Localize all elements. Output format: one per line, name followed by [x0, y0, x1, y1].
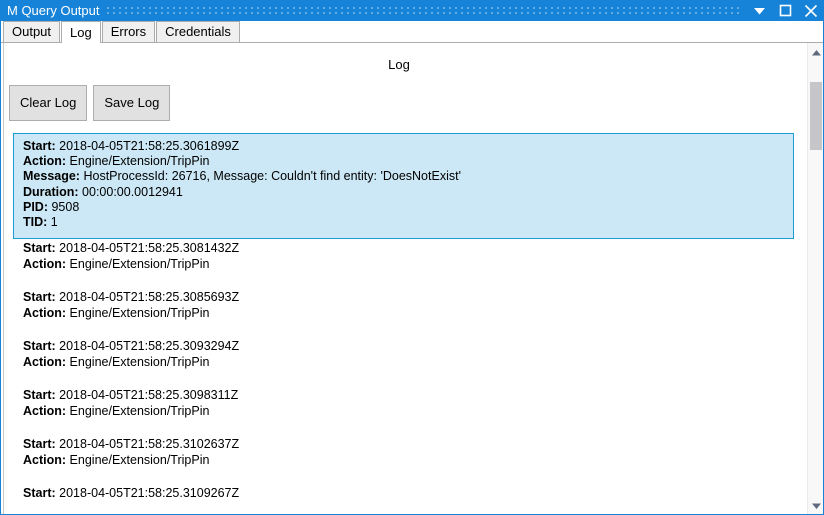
- log-field-start: Start: 2018-04-05T21:58:25.3081432Z: [23, 241, 794, 257]
- app-window: M Query Output Output Log Errors Credent…: [0, 0, 824, 515]
- title-bar: M Query Output: [0, 0, 824, 21]
- log-value-action: Engine/Extension/TripPin: [69, 354, 210, 369]
- log-entry[interactable]: Start: 2018-04-05T21:58:25.3081432Z Acti…: [13, 241, 794, 272]
- log-entry-selected[interactable]: Start: 2018-04-05T21:58:25.3061899Z Acti…: [13, 133, 794, 240]
- log-value-message: HostProcessId: 26716, Message: Couldn't …: [83, 169, 461, 184]
- log-label-action: Action:: [23, 256, 67, 271]
- log-field-start: Start: 2018-04-05T21:58:25.3061899Z: [23, 139, 793, 154]
- log-label-action: Action:: [23, 354, 67, 369]
- page-title: Log: [388, 57, 410, 72]
- log-label-start: Start:: [23, 486, 56, 501]
- log-value-action: Engine/Extension/TripPin: [69, 305, 210, 320]
- log-label-start: Start:: [23, 139, 56, 153]
- tab-errors[interactable]: Errors: [101, 21, 156, 42]
- log-entry[interactable]: Start: 2018-04-05T21:58:25.3109267Z: [13, 486, 794, 502]
- log-value-start: 2018-04-05T21:58:25.3098311Z: [59, 388, 239, 403]
- log-label-action: Action:: [23, 154, 67, 169]
- log-entry[interactable]: Start: 2018-04-05T21:58:25.3098311Z Acti…: [13, 388, 794, 419]
- vertical-scrollbar[interactable]: [807, 43, 824, 515]
- log-label-message: Message:: [23, 169, 80, 184]
- log-label-action: Action:: [23, 452, 67, 467]
- log-entry[interactable]: Start: 2018-04-05T21:58:25.3085693Z Acti…: [13, 290, 794, 321]
- log-field-start: Start: 2018-04-05T21:58:25.3085693Z: [23, 290, 794, 306]
- scroll-up-arrow-icon[interactable]: [808, 44, 824, 61]
- title-grip-pattern: [107, 5, 740, 16]
- log-field-start: Start: 2018-04-05T21:58:25.3093294Z: [23, 339, 794, 355]
- log-value-start: 2018-04-05T21:58:25.3061899Z: [59, 139, 240, 153]
- log-value-pid: 9508: [51, 199, 80, 214]
- log-label-tid: TID:: [23, 215, 48, 230]
- log-label-start: Start:: [23, 290, 56, 305]
- save-log-button[interactable]: Save Log: [93, 85, 171, 121]
- log-value-action: Engine/Extension/TripPin: [69, 452, 210, 467]
- log-toolbar: Clear Log Save Log: [9, 85, 171, 121]
- log-label-start: Start:: [23, 339, 56, 354]
- log-label-start: Start:: [23, 388, 56, 403]
- log-label-action: Action:: [23, 403, 67, 418]
- log-field-message: Message: HostProcessId: 26716, Message: …: [23, 169, 793, 184]
- log-value-action: Engine/Extension/TripPin: [69, 256, 210, 271]
- log-value-start: 2018-04-05T21:58:25.3102637Z: [59, 437, 240, 452]
- log-field-action: Action: Engine/Extension/TripPin: [23, 404, 794, 420]
- tab-output[interactable]: Output: [3, 21, 61, 42]
- log-label-start: Start:: [23, 241, 56, 256]
- log-value-start: 2018-04-05T21:58:25.3093294Z: [59, 339, 240, 354]
- log-label-duration: Duration:: [23, 184, 79, 199]
- tab-credentials[interactable]: Credentials: [156, 21, 240, 42]
- log-entry[interactable]: Start: 2018-04-05T21:58:25.3102637Z Acti…: [13, 437, 794, 468]
- log-field-start: Start: 2018-04-05T21:58:25.3109267Z: [23, 486, 794, 502]
- log-field-action: Action: Engine/Extension/TripPin: [23, 355, 794, 371]
- log-field-action: Action: Engine/Extension/TripPin: [23, 306, 794, 322]
- log-value-action: Engine/Extension/TripPin: [69, 403, 210, 418]
- log-value-action: Engine/Extension/TripPin: [69, 154, 210, 169]
- log-value-start: 2018-04-05T21:58:25.3085693Z: [59, 290, 240, 305]
- scrollbar-thumb[interactable]: [810, 82, 822, 150]
- tab-strip: Output Log Errors Credentials: [0, 21, 824, 43]
- log-entry[interactable]: Start: 2018-04-05T21:58:25.3093294Z Acti…: [13, 339, 794, 370]
- chevron-down-icon[interactable]: [746, 0, 772, 21]
- log-field-tid: TID: 1: [23, 215, 793, 230]
- maximize-icon[interactable]: [772, 0, 798, 21]
- log-field-duration: Duration: 00:00:00.0012941: [23, 185, 793, 200]
- log-field-start: Start: 2018-04-05T21:58:25.3098311Z: [23, 388, 794, 404]
- log-field-action: Action: Engine/Extension/TripPin: [23, 453, 794, 469]
- log-field-action: Action: Engine/Extension/TripPin: [23, 154, 793, 169]
- log-value-tid: 1: [50, 215, 58, 230]
- scrollbar-track[interactable]: [808, 61, 824, 497]
- log-label-action: Action:: [23, 305, 67, 320]
- window-title: M Query Output: [7, 3, 100, 18]
- close-icon[interactable]: [798, 0, 824, 21]
- tab-log[interactable]: Log: [61, 21, 101, 43]
- clear-log-button[interactable]: Clear Log: [9, 85, 88, 121]
- log-entry-list[interactable]: Start: 2018-04-05T21:58:25.3061899Z Acti…: [13, 133, 794, 515]
- log-field-pid: PID: 9508: [23, 200, 793, 215]
- log-value-start: 2018-04-05T21:58:25.3109267Z: [59, 486, 240, 501]
- log-label-start: Start:: [23, 437, 56, 452]
- log-panel: Log Clear Log Save Log Start: 2018-04-05…: [3, 43, 796, 515]
- scroll-down-arrow-icon[interactable]: [808, 497, 824, 514]
- log-field-start: Start: 2018-04-05T21:58:25.3102637Z: [23, 437, 794, 453]
- log-value-duration: 00:00:00.0012941: [82, 184, 183, 199]
- log-label-pid: PID:: [23, 199, 48, 214]
- log-value-start: 2018-04-05T21:58:25.3081432Z: [59, 241, 240, 256]
- log-field-action: Action: Engine/Extension/TripPin: [23, 257, 794, 273]
